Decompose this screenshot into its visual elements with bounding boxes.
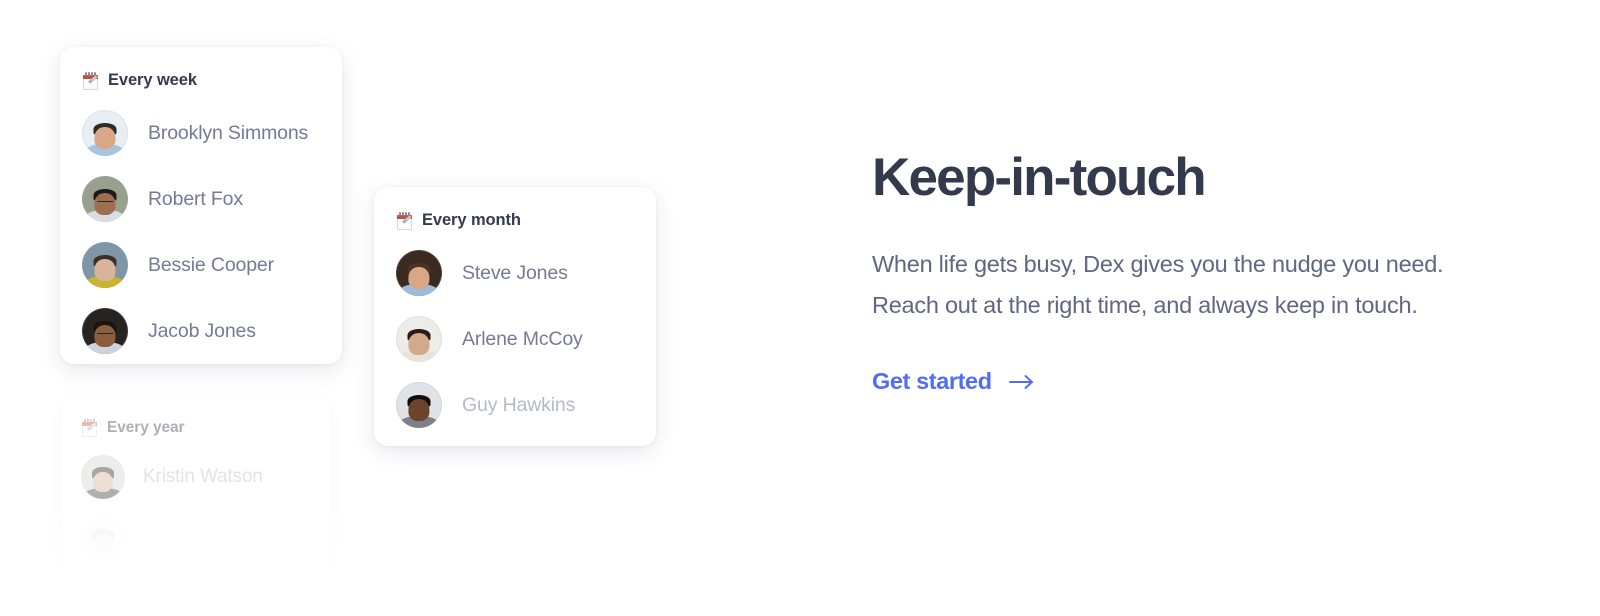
contact-name: Kristin Watson — [143, 466, 263, 487]
get-started-link[interactable]: Get started — [872, 368, 1035, 395]
avatar — [82, 110, 128, 156]
list-item[interactable]: Brooklyn Simmons — [60, 110, 342, 156]
avatar — [396, 250, 442, 296]
list-item[interactable] — [62, 517, 330, 561]
list-item[interactable]: Robert Fox — [60, 176, 342, 222]
get-started-label: Get started — [872, 368, 992, 395]
card-every-month-header: Every month — [396, 211, 656, 230]
card-every-month[interactable]: Every month Steve Jones Arlene McCoy Guy… — [374, 187, 656, 446]
list-item[interactable]: Steve Jones — [374, 250, 656, 296]
card-every-week[interactable]: Every week Brooklyn Simmons Robert Fox B… — [60, 47, 342, 364]
body-copy-line-2: Reach out at the right time, and always … — [872, 292, 1418, 319]
contact-name: Bessie Cooper — [148, 253, 274, 276]
avatar — [396, 316, 442, 362]
body-copy: When life gets busy, Dex gives you the n… — [872, 244, 1552, 326]
list-item[interactable]: Bessie Cooper — [60, 242, 342, 288]
list-item[interactable]: Guy Hawkins — [374, 382, 656, 428]
avatar — [82, 176, 128, 222]
avatar — [82, 308, 128, 354]
copy-block: Keep-in-touch When life gets busy, Dex g… — [872, 148, 1552, 395]
spiral-notepad-icon — [81, 419, 98, 437]
keep-in-touch-section: Every week Brooklyn Simmons Robert Fox B… — [0, 0, 1600, 616]
avatar — [81, 517, 125, 561]
list-item[interactable]: Arlene McCoy — [374, 316, 656, 362]
card-every-week-title: Every week — [108, 71, 197, 89]
arrow-right-icon — [1008, 374, 1033, 389]
card-every-month-title: Every month — [422, 211, 521, 229]
avatar — [81, 455, 125, 499]
contact-name: Brooklyn Simmons — [148, 121, 309, 144]
spiral-notepad-icon — [82, 71, 99, 90]
card-every-week-header: Every week — [82, 71, 342, 90]
card-every-year-title: Every year — [107, 419, 185, 436]
card-every-year[interactable]: Every year Kristin Watson — [62, 398, 330, 598]
list-item[interactable]: Kristin Watson — [62, 455, 330, 499]
card-every-year-header: Every year — [81, 419, 330, 437]
contact-name: Guy Hawkins — [462, 393, 576, 416]
body-copy-line-1: When life gets busy, Dex gives you the n… — [872, 251, 1444, 278]
contact-name: Steve Jones — [462, 261, 568, 284]
avatar — [396, 382, 442, 428]
list-item[interactable]: Jacob Jones — [60, 308, 342, 354]
contact-name: Robert Fox — [148, 187, 243, 210]
page-title: Keep-in-touch — [872, 148, 1207, 207]
contact-name: Arlene McCoy — [462, 327, 583, 350]
spiral-notepad-icon — [396, 211, 413, 230]
contact-name: Jacob Jones — [148, 319, 256, 342]
avatar — [82, 242, 128, 288]
